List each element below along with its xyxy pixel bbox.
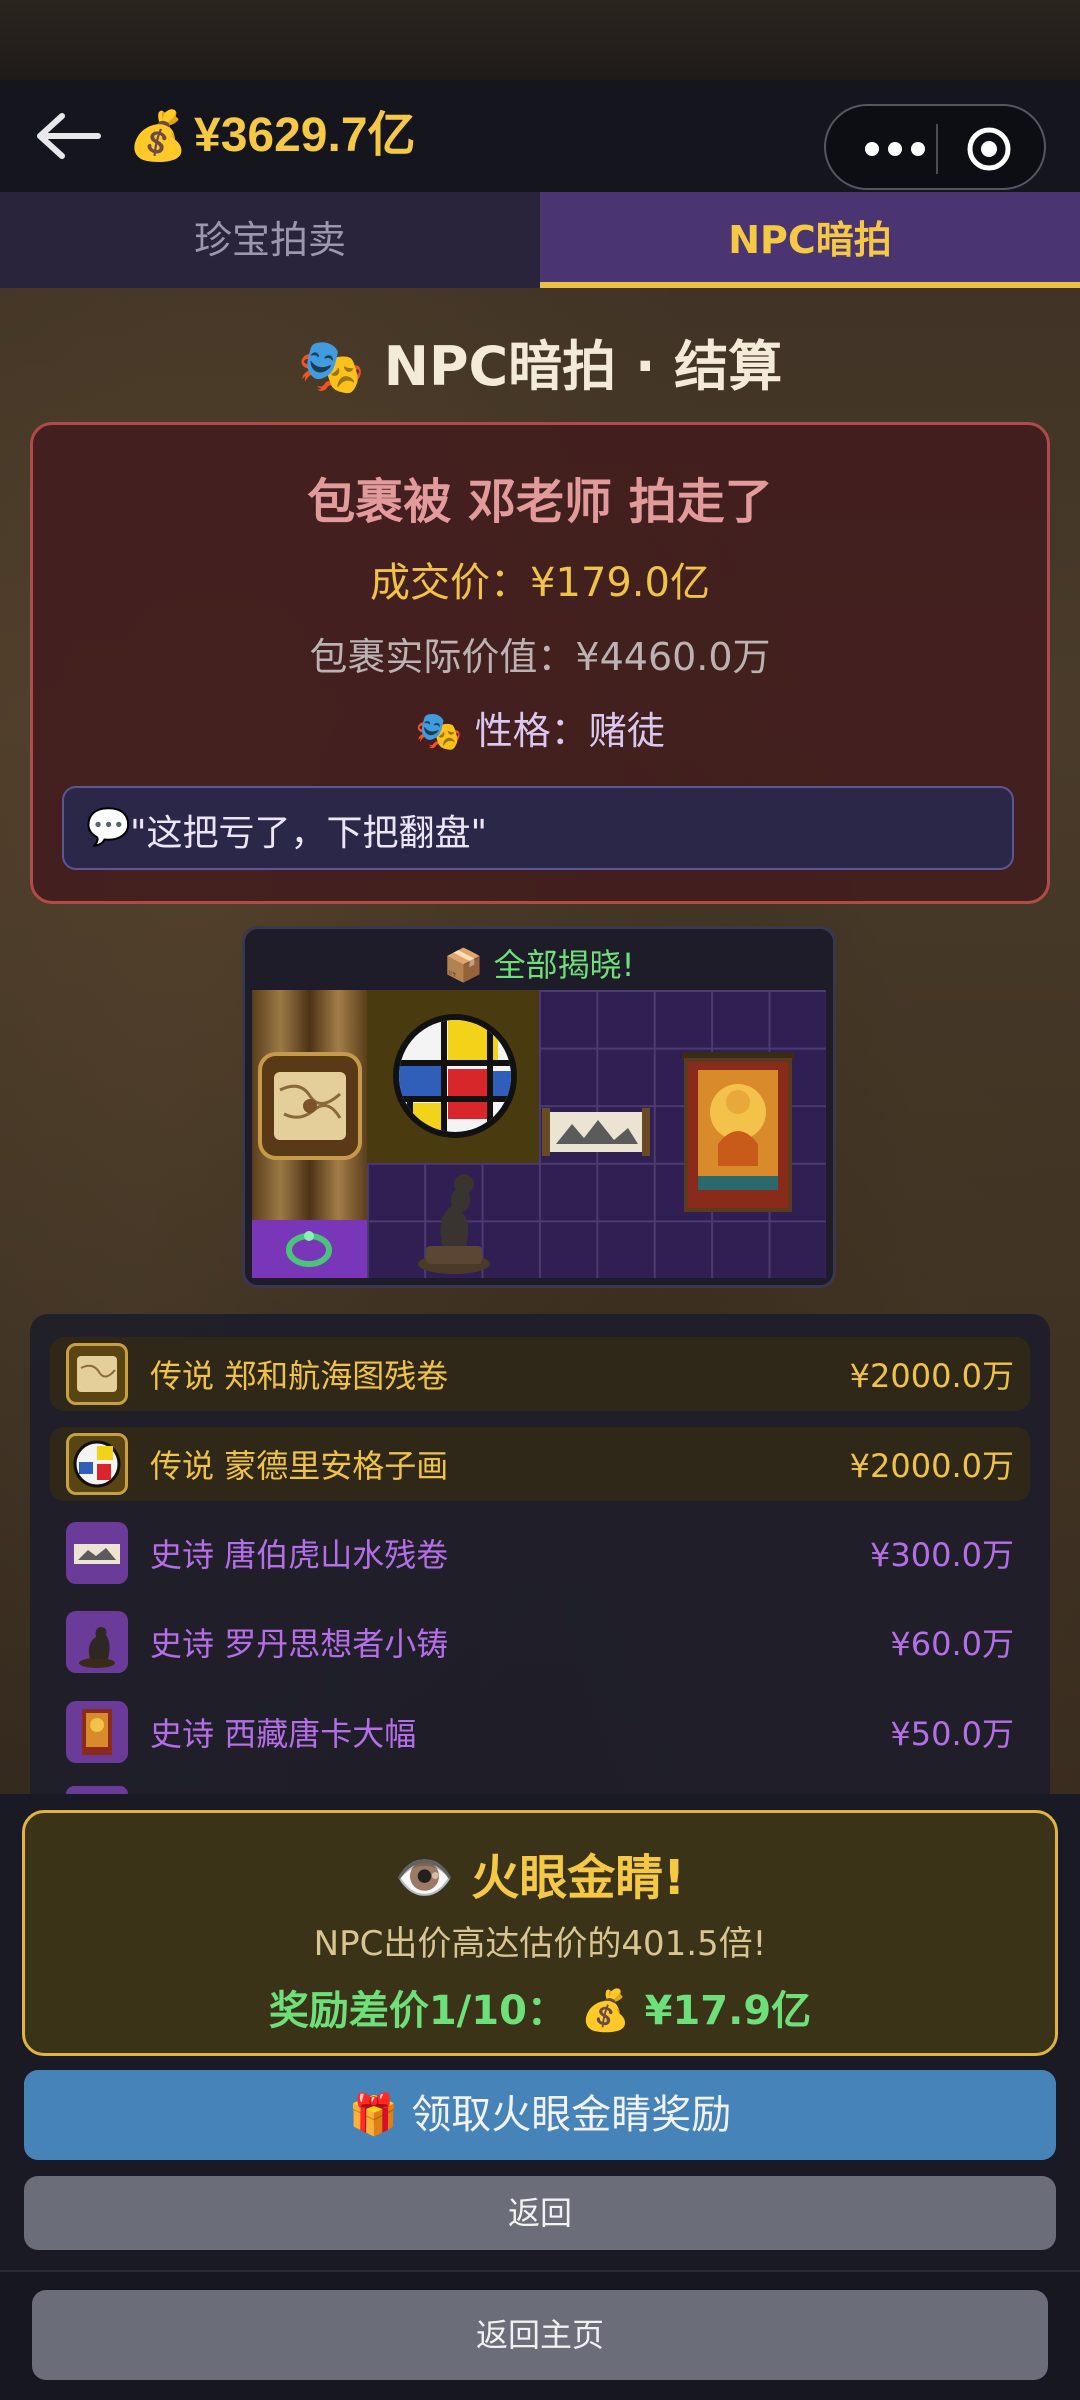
deal-price: 成交价：¥179.0亿 [370,560,710,606]
list-item-partial [66,1786,128,1794]
item-value: ¥50.0万 [890,1715,1014,1753]
back-arrow-icon[interactable] [34,108,104,164]
personality-text: 性格：赌徒 [474,709,665,753]
list-item[interactable]: 史诗 唐伯虎山水残卷 ¥300.0万 [50,1516,1030,1590]
claim-reward-button[interactable]: 🎁 领取火眼金睛奖励 [24,2070,1056,2160]
thangka-icon [66,1701,128,1763]
theater-masks-icon: 🎭 [297,335,365,398]
tab-npc-blind-auction[interactable]: NPC暗拍 [540,192,1080,288]
reward-description: NPC出价高达估价的401.5倍! [313,1924,767,1964]
item-name: 史诗 唐伯虎山水残卷 [150,1536,449,1574]
item-name: 传说 郑和航海图残卷 [150,1357,449,1395]
item-value: ¥2000.0万 [849,1357,1014,1395]
reward-title: 👁️ 火眼金睛! [22,1838,1058,1908]
list-item[interactable]: 传说 蒙德里安格子画 ¥2000.0万 [50,1427,1030,1501]
reward-bonus: 奖励差价1/10： 💰 ¥17.9亿 [22,1978,1058,2036]
speech-bubble-icon: 💬 [86,807,131,848]
reveal-title: 📦 全部揭晓! [242,940,836,986]
reward-bonus-label: 奖励差价1/10： [268,1988,567,2034]
status-strip [0,0,1080,80]
eye-icon: 👁️ [394,1850,455,1906]
list-item[interactable]: 传说 郑和航海图残卷 ¥2000.0万 [50,1337,1030,1411]
item-value: ¥2000.0万 [849,1447,1014,1485]
winner-text: 包裹被 邓老师 拍走了 [307,474,773,530]
thinker-statue-icon [66,1611,128,1673]
money-bag-icon: 💰 [128,108,188,164]
reward-title-text: 火眼金睛! [471,1850,686,1906]
claim-reward-label: 领取火眼金睛奖励 [411,2092,732,2138]
item-value: ¥300.0万 [870,1536,1014,1574]
actual-value: 包裹实际价值：¥4460.0万 [309,635,771,679]
more-icon[interactable] [860,132,930,166]
list-item[interactable]: 史诗 西藏唐卡大幅 ¥50.0万 [50,1695,1030,1769]
mondrian-painting-icon [66,1433,128,1495]
scroll-map-icon [258,1052,362,1160]
package-icon: 📦 [443,946,484,984]
npc-personality: 🎭 性格：赌徒 [30,700,1050,755]
item-value: ¥60.0万 [890,1625,1014,1663]
item-name: 传说 蒙德里安格子画 [150,1447,449,1485]
home-button[interactable]: 返回主页 [32,2290,1048,2380]
thangka-icon [682,1052,794,1212]
thinker-statue-icon [418,1174,490,1274]
landscape-scroll-icon [542,1108,650,1156]
ring-icon [286,1231,332,1267]
back-button[interactable]: 返回 [24,2176,1056,2250]
balance-amount: ¥3629.7亿 [194,109,416,162]
gift-icon: 🎁 [348,2092,399,2138]
close-target-icon[interactable] [966,126,1012,172]
mini-program-capsule [824,104,1046,190]
reveal-title-text: 全部揭晓! [493,946,635,984]
page-title-text: NPC暗拍 · 结算 [383,335,783,398]
list-item[interactable]: 史诗 罗丹思想者小铸 ¥60.0万 [50,1605,1030,1679]
money-bag-icon: 💰 [580,1988,631,2034]
theater-masks-icon: 🎭 [415,709,463,753]
tab-treasure-auction[interactable]: 珍宝拍卖 [0,192,540,288]
scroll-map-icon [66,1343,128,1405]
landscape-scroll-icon [66,1522,128,1584]
mondrian-painting-icon [393,1014,517,1138]
item-name: 史诗 罗丹思想者小铸 [150,1625,449,1663]
reward-bonus-amount: ¥17.9亿 [644,1988,812,2034]
item-name: 史诗 西藏唐卡大幅 [150,1715,417,1753]
page-title: 🎭 NPC暗拍 · 结算 [0,322,1080,401]
capsule-divider [936,124,938,174]
npc-quote: "这把亏了，下把翻盘" [130,813,488,854]
